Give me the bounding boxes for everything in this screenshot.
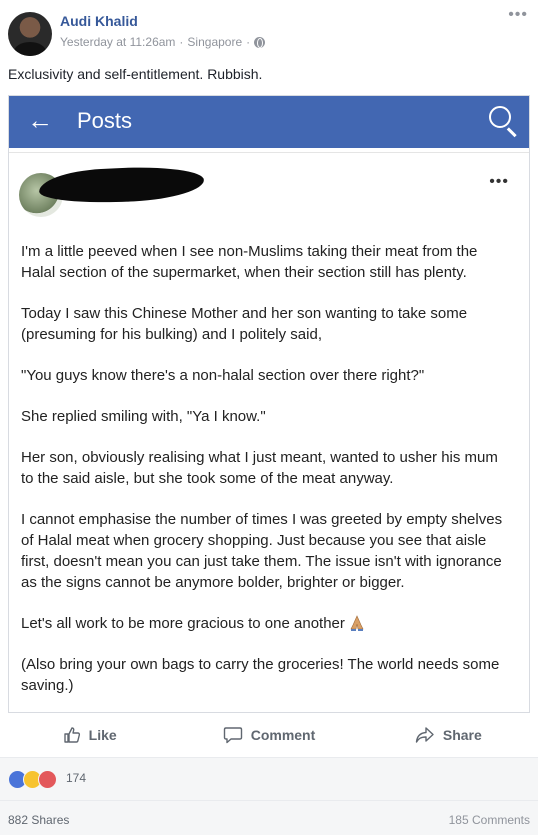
embedded-paragraph: Her son, obviously realising what I just… [21,449,498,487]
comment-label: Comment [250,727,316,743]
meta-separator: · [246,35,251,49]
shares-count[interactable]: 882 Shares [8,813,69,827]
angry-reaction-icon [38,770,57,789]
globe-icon [254,36,266,48]
stats-bar: 882 Shares 185 Comments [0,800,538,835]
embedded-post-text: I'm a little peeved when I see non-Musli… [21,241,511,712]
comment-button[interactable]: Comment [179,726,358,744]
redaction-mark [38,163,205,207]
share-arrow-icon [415,726,435,744]
embedded-paragraph: Today I saw this Chinese Mother and her … [21,305,468,343]
more-options-icon[interactable]: ••• [508,6,528,24]
meta-separator: · [179,35,184,49]
embedded-bar-title: Posts [77,108,133,133]
praying-hands-icon [350,615,364,631]
share-button[interactable]: Share [359,726,538,744]
post-caption: Exclusivity and self-entitlement. Rubbis… [8,66,263,82]
embedded-app-bar: ← Posts [9,96,529,148]
thumbs-up-icon [63,726,81,744]
embedded-paragraph: She replied smiling with, "Ya I know." [21,408,266,425]
post-meta: Yesterday at 11:26am · Singapore · [60,35,266,49]
embedded-paragraph: "You guys know there's a non-halal secti… [21,367,425,384]
embedded-paragraph: (Also bring your own bags to carry the g… [21,656,500,694]
embedded-screenshot[interactable]: ← Posts ••• I'm a little peeved when I s… [8,95,530,713]
embedded-paragraph: I cannot emphasise the number of times I… [21,511,503,591]
post-location[interactable]: Singapore [187,35,242,49]
comment-bubble-icon [223,726,243,744]
embedded-post-card: ••• I'm a little peeved when I see non-M… [9,152,529,712]
embedded-paragraph-gracious: Let's all work to be more gracious to on… [21,613,511,634]
author-name[interactable]: Audi Khalid [60,13,138,29]
embedded-paragraph: Let's all work to be more gracious to on… [21,615,345,632]
comments-count[interactable]: 185 Comments [449,813,530,827]
embedded-more-icon: ••• [489,173,509,190]
post-actions: Like Comment Share [0,716,538,754]
reactions-count[interactable]: 174 [66,771,86,785]
reaction-icons[interactable] [8,770,57,789]
share-label: Share [442,727,482,743]
like-label: Like [88,727,117,743]
search-icon [489,106,511,128]
post-timestamp[interactable]: Yesterday at 11:26am [60,35,175,49]
author-avatar[interactable] [8,12,52,56]
back-arrow-icon: ← [27,105,53,135]
embedded-paragraph: I'm a little peeved when I see non-Musli… [21,243,478,281]
like-button[interactable]: Like [0,726,179,744]
reactions-bar: 174 [0,757,538,800]
